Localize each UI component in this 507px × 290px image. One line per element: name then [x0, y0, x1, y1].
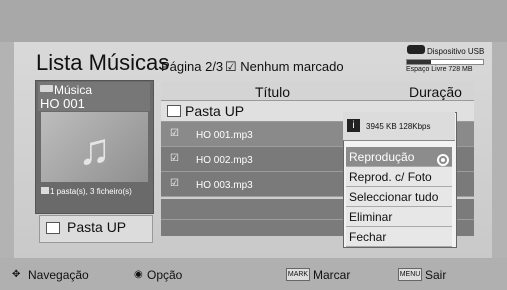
marked-status: ☑ Nenhum marcado	[225, 59, 344, 74]
track-title: HO 002.mp3	[196, 155, 253, 166]
menu-item-close-label: Fechar	[349, 230, 387, 244]
top-band	[0, 0, 507, 42]
up-folder-label: Pasta UP	[67, 219, 127, 235]
music-note-icon: ♫	[78, 125, 111, 174]
column-duration: Duração	[409, 84, 462, 100]
file-counts: 1 pasta(s), 3 ficheiro(s)	[50, 187, 132, 196]
footer-navigation: Navegação	[28, 268, 89, 282]
storage-bar-fill	[407, 60, 431, 64]
up-folder-row-label: Pasta UP	[185, 103, 245, 119]
footer-exit: Sair	[425, 268, 447, 282]
column-title: Título	[255, 84, 291, 100]
mark-key-icon: MARK	[286, 268, 310, 281]
option-icon: ◉	[134, 269, 143, 280]
device-label: Dispositivo USB	[427, 47, 485, 56]
navigation-icon: ✥	[12, 269, 21, 280]
menu-item-play-with-photo-label: Reprod. c/ Foto	[349, 170, 432, 184]
up-folder-icon	[167, 105, 181, 117]
free-space: Espaço Livre 728 MB	[406, 66, 473, 73]
up-folder-icon	[46, 222, 60, 234]
checkbox-icon[interactable]: ☑	[170, 178, 179, 189]
checkbox-icon[interactable]: ☑	[170, 128, 179, 139]
track-title: HO 001.mp3	[196, 130, 253, 141]
menu-item-play-label: Reprodução	[349, 150, 415, 164]
info-icon: i	[347, 119, 360, 132]
selected-file-label: HO 001	[40, 96, 85, 111]
page-indicator: Página 2/3	[161, 59, 224, 74]
file-info: 3945 KB 128Kbps	[366, 122, 431, 131]
folder-icon	[40, 85, 53, 92]
menu-item-delete-label: Eliminar	[349, 210, 393, 224]
category-label: Música	[54, 83, 93, 97]
footer-option: Opção	[147, 268, 183, 282]
track-title: HO 003.mp3	[196, 180, 253, 191]
menu-key-icon: MENU	[398, 268, 422, 281]
radio-dot-icon	[441, 158, 445, 162]
footer-mark: Marcar	[313, 268, 351, 282]
menu-item-select-all-label: Seleccionar tudo	[349, 190, 439, 204]
usb-icon	[407, 45, 425, 54]
folder-count-icon	[41, 187, 49, 194]
page-title: Lista Músicas	[36, 50, 170, 75]
checkbox-icon[interactable]: ☑	[170, 153, 179, 164]
